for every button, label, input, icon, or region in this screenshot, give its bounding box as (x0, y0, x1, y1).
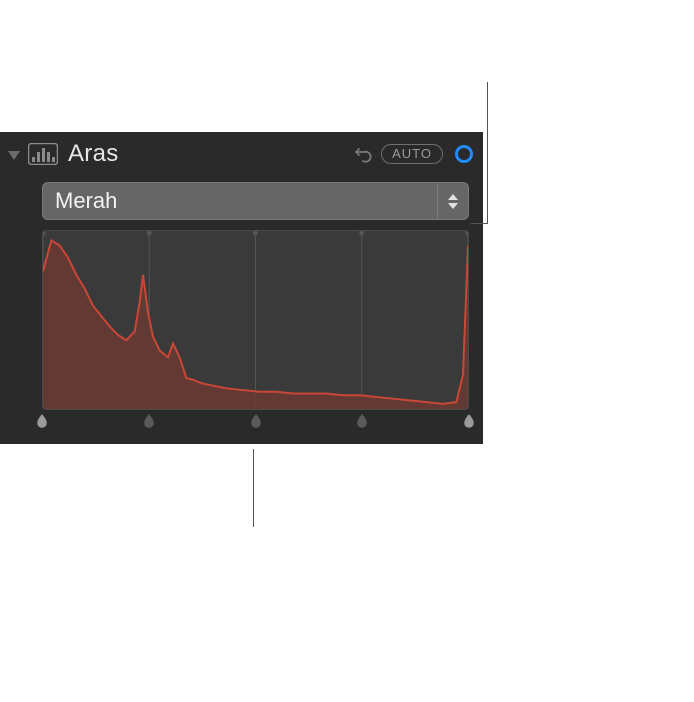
histogram[interactable] (42, 230, 469, 410)
callout-line (471, 223, 488, 224)
levels-handle[interactable] (249, 414, 263, 430)
levels-icon (28, 143, 58, 165)
callout-line (487, 82, 488, 224)
callout-line (253, 449, 254, 527)
enabled-indicator-icon[interactable] (455, 145, 473, 163)
levels-handle[interactable] (35, 414, 49, 430)
undo-icon[interactable] (353, 144, 373, 164)
channel-select-value: Merah (55, 188, 117, 214)
levels-slider-track[interactable] (42, 414, 469, 430)
levels-handle[interactable] (462, 414, 476, 430)
panel-title: Aras (68, 140, 119, 168)
disclosure-triangle-icon[interactable] (8, 151, 20, 160)
levels-panel: Aras AUTO Merah (0, 132, 483, 444)
channel-select[interactable]: Merah (42, 182, 469, 220)
auto-button[interactable]: AUTO (381, 144, 443, 164)
panel-header: Aras AUTO (0, 132, 483, 176)
levels-handle[interactable] (142, 414, 156, 430)
levels-handle[interactable] (355, 414, 369, 430)
